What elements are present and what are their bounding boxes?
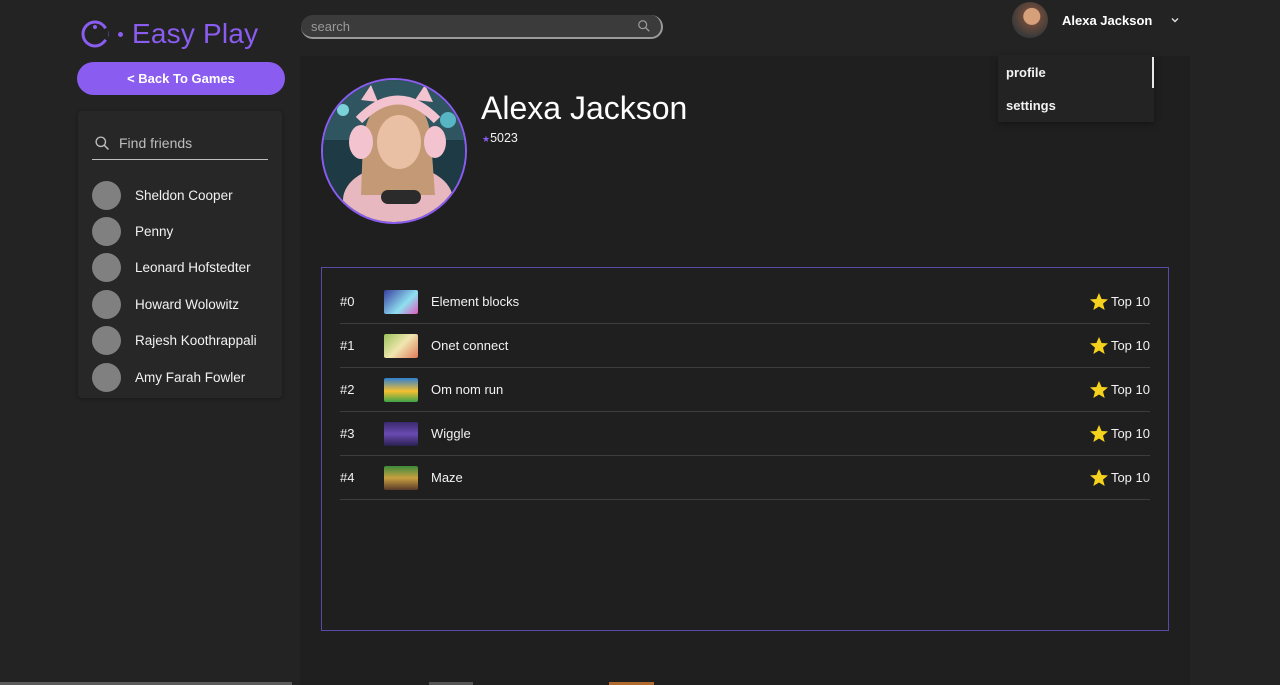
user-menu[interactable]: Alexa Jackson bbox=[1012, 0, 1180, 40]
game-thumbnail bbox=[384, 333, 418, 358]
game-title: Wiggle bbox=[431, 426, 471, 441]
chevron-down-icon bbox=[1171, 18, 1179, 23]
find-friends-search bbox=[92, 127, 268, 160]
game-rank: #0 bbox=[340, 294, 355, 309]
friend-name: Sheldon Cooper bbox=[135, 187, 233, 203]
game-rank: #4 bbox=[340, 470, 355, 485]
friend-list: Sheldon Cooper Penny Leonard Hofstedter … bbox=[92, 177, 257, 395]
game-thumbnail bbox=[384, 377, 418, 402]
menu-item-profile[interactable]: profile bbox=[1006, 65, 1046, 80]
games-ranking-panel: #0 Element blocks Top 10 #1 Onet connect… bbox=[321, 267, 1169, 631]
star-icon bbox=[1089, 468, 1108, 486]
friend-item[interactable]: Rajesh Koothrappali bbox=[92, 323, 257, 359]
pacman-logo-icon bbox=[81, 20, 109, 48]
badge-label: Top 10 bbox=[1110, 338, 1150, 353]
avatar bbox=[92, 289, 121, 319]
app-name: Easy Play bbox=[132, 18, 259, 49]
logo-separator-dot bbox=[118, 31, 123, 37]
user-dropdown-menu: profile settings bbox=[998, 55, 1154, 122]
menu-item-settings[interactable]: settings bbox=[1006, 98, 1056, 113]
friend-item[interactable]: Howard Wolowitz bbox=[92, 286, 257, 322]
game-rank: #2 bbox=[340, 382, 355, 397]
friend-item[interactable]: Penny bbox=[92, 213, 257, 249]
top-badge: Top 10 bbox=[1089, 468, 1150, 488]
back-to-games-button[interactable]: < Back To Games bbox=[77, 62, 285, 95]
app-logo[interactable]: Easy Play bbox=[80, 14, 258, 54]
avatar bbox=[92, 253, 121, 283]
badge-label: Top 10 bbox=[1110, 294, 1150, 309]
find-friends-input[interactable] bbox=[119, 135, 259, 151]
star-icon bbox=[1089, 292, 1108, 310]
top-badge: Top 10 bbox=[1089, 424, 1150, 444]
profile-name: Alexa Jackson bbox=[481, 90, 688, 126]
avatar bbox=[1012, 2, 1048, 38]
top-search-bar bbox=[301, 15, 663, 39]
game-title: Om nom run bbox=[431, 382, 504, 397]
profile-photo-illustration bbox=[323, 80, 465, 222]
score-value: 5023 bbox=[490, 131, 518, 145]
avatar bbox=[92, 180, 121, 210]
profile-score: ★5023 bbox=[482, 131, 518, 145]
search-icon[interactable] bbox=[637, 19, 651, 33]
avatar bbox=[92, 217, 121, 247]
badge-label: Top 10 bbox=[1110, 470, 1150, 485]
game-rank: #3 bbox=[340, 426, 355, 441]
friend-name: Rajesh Koothrappali bbox=[135, 333, 257, 349]
game-title: Maze bbox=[431, 470, 463, 485]
star-icon: ★ bbox=[482, 134, 491, 144]
game-thumbnail bbox=[384, 421, 418, 446]
top-badge: Top 10 bbox=[1089, 292, 1150, 312]
profile-picture bbox=[321, 78, 467, 224]
friend-item[interactable]: Leonard Hofstedter bbox=[92, 250, 257, 286]
friend-item[interactable]: Sheldon Cooper bbox=[92, 177, 257, 213]
game-title: Onet connect bbox=[431, 338, 509, 353]
search-input[interactable] bbox=[311, 18, 637, 34]
game-row[interactable]: #3 Wiggle Top 10 bbox=[340, 412, 1150, 456]
friend-name: Penny bbox=[135, 224, 174, 240]
friend-item[interactable]: Amy Farah Fowler bbox=[92, 359, 257, 395]
active-indicator bbox=[1152, 57, 1154, 88]
friend-name: Amy Farah Fowler bbox=[135, 369, 246, 385]
game-row[interactable]: #4 Maze Top 10 bbox=[340, 456, 1150, 500]
user-name: Alexa Jackson bbox=[1062, 12, 1153, 28]
left-sidebar: Easy Play < Back To Games Sheldon Cooper… bbox=[0, 0, 300, 685]
game-thumbnail bbox=[384, 289, 418, 314]
badge-label: Top 10 bbox=[1110, 426, 1150, 441]
game-row[interactable]: #2 Om nom run Top 10 bbox=[340, 368, 1150, 412]
top-badge: Top 10 bbox=[1089, 380, 1150, 400]
search-icon bbox=[95, 135, 109, 150]
top-badge: Top 10 bbox=[1089, 336, 1150, 356]
star-icon bbox=[1089, 380, 1108, 398]
star-icon bbox=[1089, 336, 1108, 354]
friend-name: Howard Wolowitz bbox=[135, 296, 240, 312]
game-title: Element blocks bbox=[431, 294, 520, 309]
game-row[interactable]: #0 Element blocks Top 10 bbox=[340, 280, 1150, 324]
avatar bbox=[92, 362, 121, 392]
friend-name: Leonard Hofstedter bbox=[135, 260, 251, 276]
badge-label: Top 10 bbox=[1110, 382, 1150, 397]
game-row[interactable]: #1 Onet connect Top 10 bbox=[340, 324, 1150, 368]
star-icon bbox=[1089, 424, 1108, 442]
avatar bbox=[92, 326, 121, 356]
game-thumbnail bbox=[384, 465, 418, 490]
game-rank: #1 bbox=[340, 338, 355, 353]
friends-panel: Sheldon Cooper Penny Leonard Hofstedter … bbox=[78, 111, 282, 398]
